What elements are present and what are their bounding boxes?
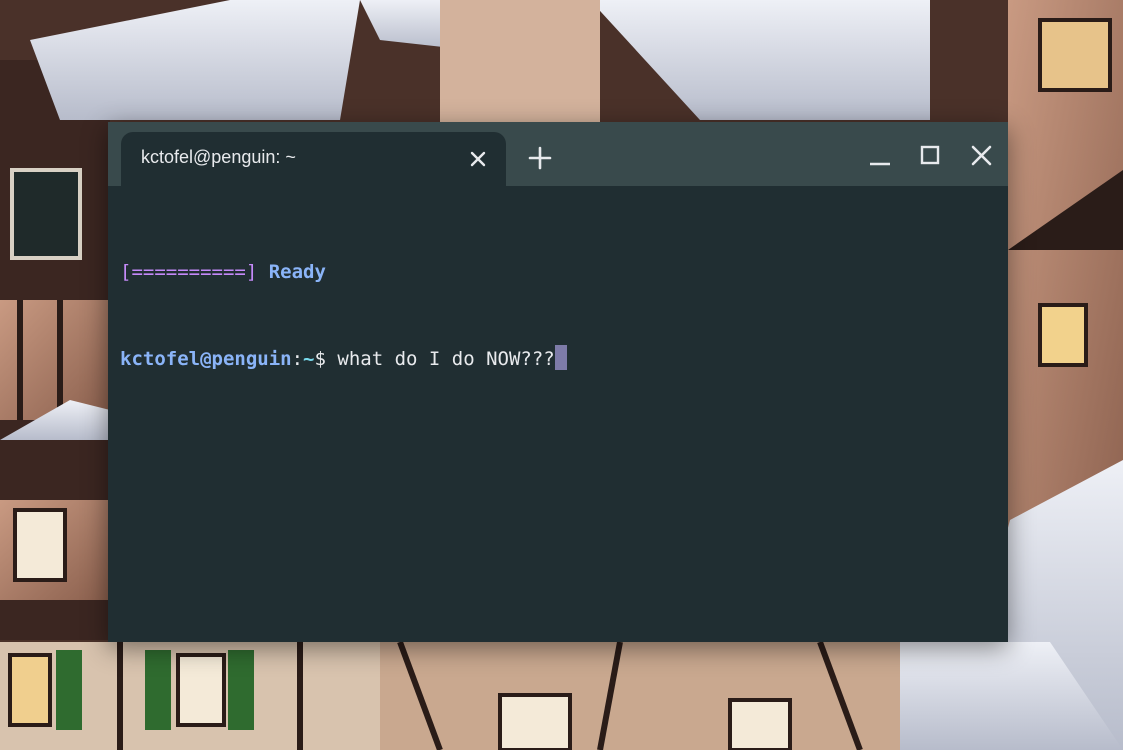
close-icon[interactable] [465,146,491,172]
close-icon[interactable] [968,142,996,170]
progress-bar-text: [==========] [120,261,258,283]
status-text: Ready [268,261,326,283]
prompt-separator: : [291,348,304,370]
tab-title: kctofel@penguin: ~ [141,147,296,167]
status-line: [==========] Ready [120,258,996,287]
prompt-user-host: kctofel@penguin [120,348,292,370]
title-bar[interactable]: kctofel@penguin: ~ [108,122,1008,186]
minimize-icon[interactable] [866,142,894,170]
text-cursor [554,345,567,370]
terminal-output[interactable]: [==========] Ready kctofel@penguin:~$ wh… [108,186,1008,642]
maximize-icon[interactable] [917,142,945,170]
prompt-symbol: $ [314,348,326,370]
terminal-window: kctofel@penguin: ~ [==========] Ready kc… [108,122,1008,642]
prompt-line[interactable]: kctofel@penguin:~$ what do I do NOW??? [120,345,996,374]
plus-icon[interactable] [526,144,554,172]
tab-terminal[interactable]: kctofel@penguin: ~ [121,132,506,186]
command-input[interactable]: what do I do NOW??? [326,348,554,370]
prompt-path: ~ [303,348,315,370]
